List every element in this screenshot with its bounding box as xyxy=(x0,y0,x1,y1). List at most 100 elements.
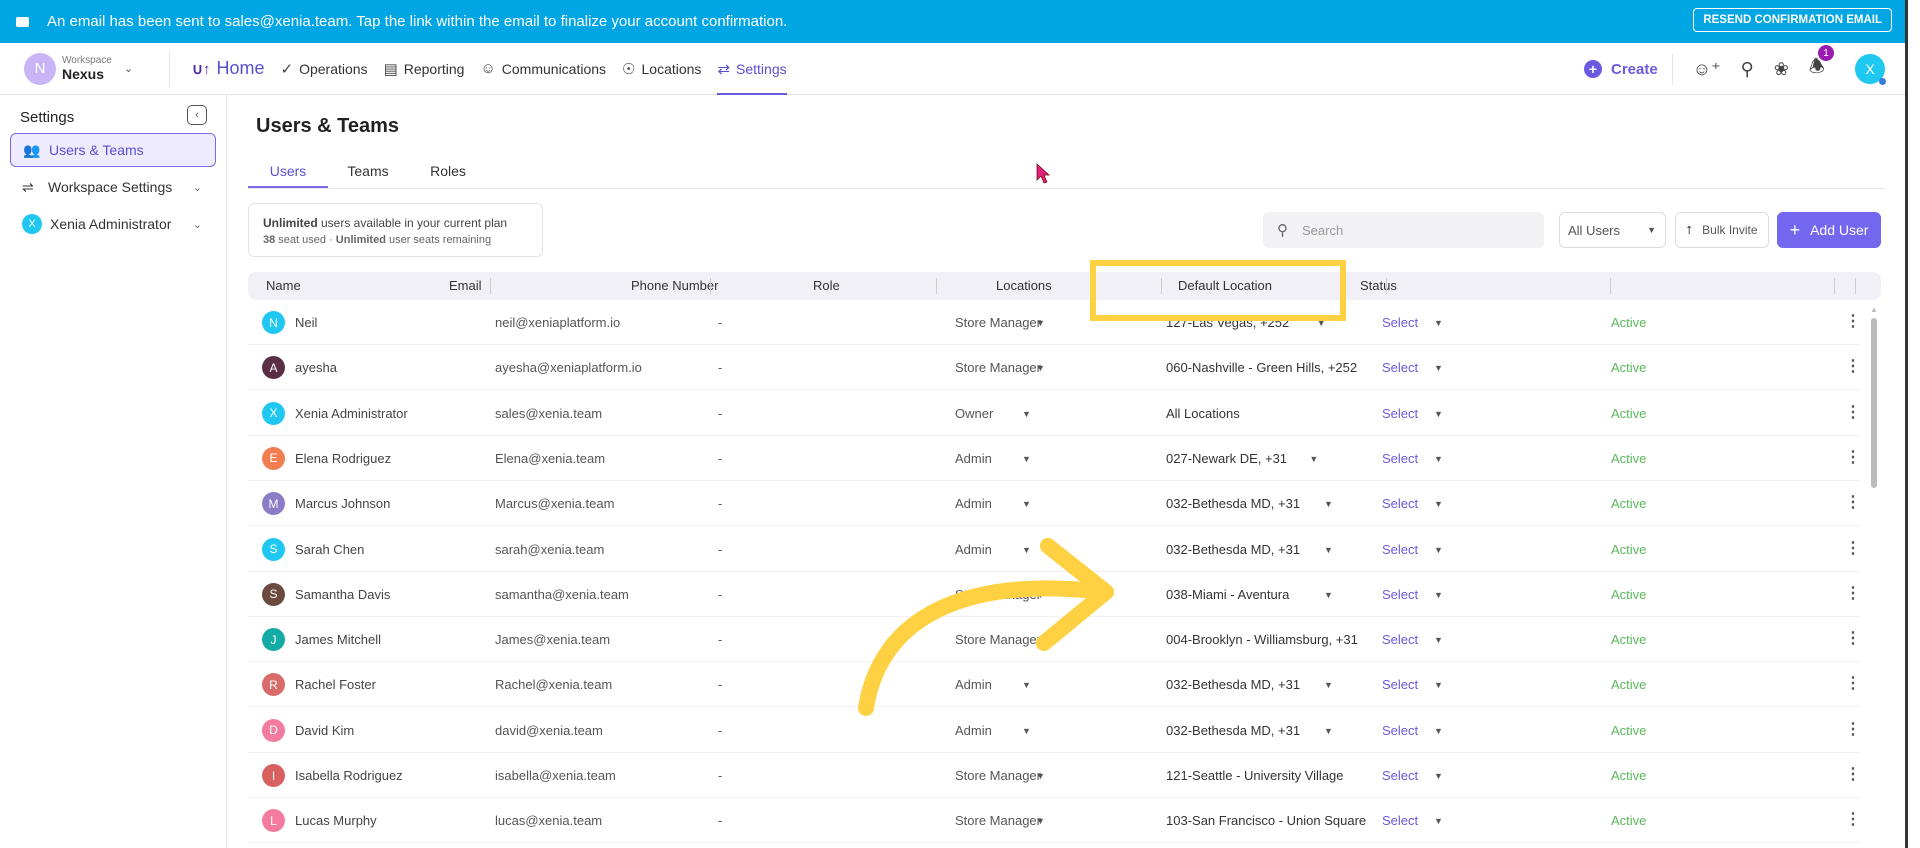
more-options-icon[interactable]: ⋮ xyxy=(1845,628,1861,648)
caret-down-icon[interactable]: ▼ xyxy=(1434,363,1443,373)
sidebar-item-xenia-administrator[interactable]: X Xenia Administrator ⌄ xyxy=(10,207,216,241)
caret-down-icon[interactable]: ▼ xyxy=(1324,680,1333,690)
nav-communications[interactable]: ☺ Communications xyxy=(480,43,606,95)
locations-select[interactable]: 004-Brooklyn - Williamsburg, +31 xyxy=(1166,632,1358,647)
scrollbar[interactable]: ▲ xyxy=(1870,305,1878,845)
user-name[interactable]: Elena Rodriguez xyxy=(295,451,391,466)
more-options-icon[interactable]: ⋮ xyxy=(1845,764,1861,784)
user-filter-select[interactable]: All Users ▼ xyxy=(1559,212,1666,248)
default-location-select[interactable]: Select xyxy=(1382,632,1418,647)
caret-down-icon[interactable]: ▼ xyxy=(1036,816,1045,826)
more-options-icon[interactable]: ⋮ xyxy=(1845,311,1861,331)
role-select[interactable]: Admin xyxy=(955,677,992,692)
caret-down-icon[interactable]: ▼ xyxy=(1036,318,1045,328)
default-location-select[interactable]: Select xyxy=(1382,542,1418,557)
caret-down-icon[interactable]: ▼ xyxy=(1317,318,1326,328)
search-input[interactable]: ⚲ Search xyxy=(1263,212,1544,248)
caret-down-icon[interactable]: ▼ xyxy=(1309,454,1318,464)
role-select[interactable]: Admin xyxy=(955,723,992,738)
more-options-icon[interactable]: ⋮ xyxy=(1845,673,1861,693)
more-options-icon[interactable]: ⋮ xyxy=(1845,538,1861,558)
locations-select[interactable]: 032-Bethesda MD, +31 xyxy=(1166,496,1300,511)
role-select[interactable]: Owner xyxy=(955,406,993,421)
default-location-select[interactable]: Select xyxy=(1382,813,1418,828)
user-name[interactable]: Lucas Murphy xyxy=(295,813,377,828)
sidebar-item-users-teams[interactable]: 👥 Users & Teams xyxy=(10,133,216,167)
collapse-sidebar-icon[interactable]: ‹ xyxy=(187,105,207,125)
role-select[interactable]: Store Manager xyxy=(955,587,1041,602)
more-options-icon[interactable]: ⋮ xyxy=(1845,719,1861,739)
locations-select[interactable]: 032-Bethesda MD, +31 xyxy=(1166,723,1300,738)
resend-confirmation-button[interactable]: RESEND CONFIRMATION EMAIL xyxy=(1693,8,1892,32)
user-name[interactable]: James Mitchell xyxy=(295,632,381,647)
locations-select[interactable]: 060-Nashville - Green Hills, +252 xyxy=(1166,360,1357,375)
invite-user-icon[interactable]: ☺⁺ xyxy=(1693,59,1721,80)
caret-down-icon[interactable]: ▼ xyxy=(1434,318,1443,328)
caret-down-icon[interactable]: ▼ xyxy=(1036,771,1045,781)
user-name[interactable]: David Kim xyxy=(295,723,354,738)
add-user-button[interactable]: + Add User xyxy=(1777,212,1881,248)
bell-icon[interactable]: 🕭 1 xyxy=(1809,45,1834,84)
locations-select[interactable]: 032-Bethesda MD, +31 xyxy=(1166,677,1300,692)
caret-down-icon[interactable]: ▼ xyxy=(1022,454,1031,464)
caret-down-icon[interactable]: ▼ xyxy=(1434,680,1443,690)
nav-locations[interactable]: ☉ Locations xyxy=(622,43,701,95)
caret-down-icon[interactable]: ▼ xyxy=(1022,680,1031,690)
default-location-select[interactable]: Select xyxy=(1382,587,1418,602)
nav-operations[interactable]: ✓ Operations xyxy=(281,43,368,95)
caret-down-icon[interactable]: ▼ xyxy=(1022,499,1031,509)
caret-down-icon[interactable]: ▼ xyxy=(1036,590,1045,600)
more-options-icon[interactable]: ⋮ xyxy=(1845,356,1861,376)
nav-home[interactable]: ∪↑ Home xyxy=(192,43,265,95)
user-avatar[interactable]: X xyxy=(1855,54,1886,85)
role-select[interactable]: Store Manager xyxy=(955,813,1041,828)
caret-down-icon[interactable]: ▼ xyxy=(1022,545,1031,555)
locations-select[interactable]: 032-Bethesda MD, +31 xyxy=(1166,542,1300,557)
role-select[interactable]: Store Manager xyxy=(955,360,1041,375)
more-options-icon[interactable]: ⋮ xyxy=(1845,583,1861,603)
default-location-select[interactable]: Select xyxy=(1382,315,1418,330)
caret-down-icon[interactable]: ▼ xyxy=(1434,590,1443,600)
default-location-select[interactable]: Select xyxy=(1382,677,1418,692)
locations-select[interactable]: 121-Seattle - University Village xyxy=(1166,768,1344,783)
role-select[interactable]: Store Manager xyxy=(955,768,1041,783)
caret-down-icon[interactable]: ▼ xyxy=(1434,816,1443,826)
create-button[interactable]: + Create xyxy=(1584,53,1673,85)
bulk-invite-button[interactable]: ⭡ Bulk Invite xyxy=(1675,212,1769,248)
default-location-select[interactable]: Select xyxy=(1382,360,1418,375)
caret-down-icon[interactable]: ▼ xyxy=(1324,545,1333,555)
telescope-icon[interactable]: ⚲ xyxy=(1741,59,1754,80)
default-location-select[interactable]: Select xyxy=(1382,723,1418,738)
locations-select[interactable]: 127-Las Vegas, +252 xyxy=(1166,315,1289,330)
puzzle-icon[interactable]: ❀ xyxy=(1774,59,1789,80)
user-name[interactable]: ayesha xyxy=(295,360,337,375)
default-location-select[interactable]: Select xyxy=(1382,768,1418,783)
caret-down-icon[interactable]: ▼ xyxy=(1324,499,1333,509)
scroll-up-icon[interactable]: ▲ xyxy=(1870,305,1878,314)
caret-down-icon[interactable]: ▼ xyxy=(1036,363,1045,373)
workspace-switcher[interactable]: N Workspace Nexus ⌄ xyxy=(0,50,170,87)
role-select[interactable]: Admin xyxy=(955,451,992,466)
more-options-icon[interactable]: ⋮ xyxy=(1845,402,1861,422)
caret-down-icon[interactable]: ▼ xyxy=(1434,545,1443,555)
sidebar-item-workspace-settings[interactable]: ⇌ Workspace Settings ⌄ xyxy=(10,170,216,204)
user-name[interactable]: Isabella Rodriguez xyxy=(295,768,403,783)
default-location-select[interactable]: Select xyxy=(1382,406,1418,421)
caret-down-icon[interactable]: ▼ xyxy=(1324,726,1333,736)
caret-down-icon[interactable]: ▼ xyxy=(1434,726,1443,736)
tab-users[interactable]: Users xyxy=(248,153,328,188)
more-options-icon[interactable]: ⋮ xyxy=(1845,809,1861,829)
caret-down-icon[interactable]: ▼ xyxy=(1324,590,1333,600)
user-name[interactable]: Xenia Administrator xyxy=(295,406,408,421)
caret-down-icon[interactable]: ▼ xyxy=(1022,726,1031,736)
user-name[interactable]: Samantha Davis xyxy=(295,587,390,602)
caret-down-icon[interactable]: ▼ xyxy=(1434,635,1443,645)
caret-down-icon[interactable]: ▼ xyxy=(1434,409,1443,419)
more-options-icon[interactable]: ⋮ xyxy=(1845,447,1861,467)
caret-down-icon[interactable]: ▼ xyxy=(1434,771,1443,781)
user-name[interactable]: Marcus Johnson xyxy=(295,496,390,511)
scrollbar-thumb[interactable] xyxy=(1871,318,1877,488)
user-name[interactable]: Rachel Foster xyxy=(295,677,376,692)
user-name[interactable]: Sarah Chen xyxy=(295,542,364,557)
caret-down-icon[interactable]: ▼ xyxy=(1022,409,1031,419)
